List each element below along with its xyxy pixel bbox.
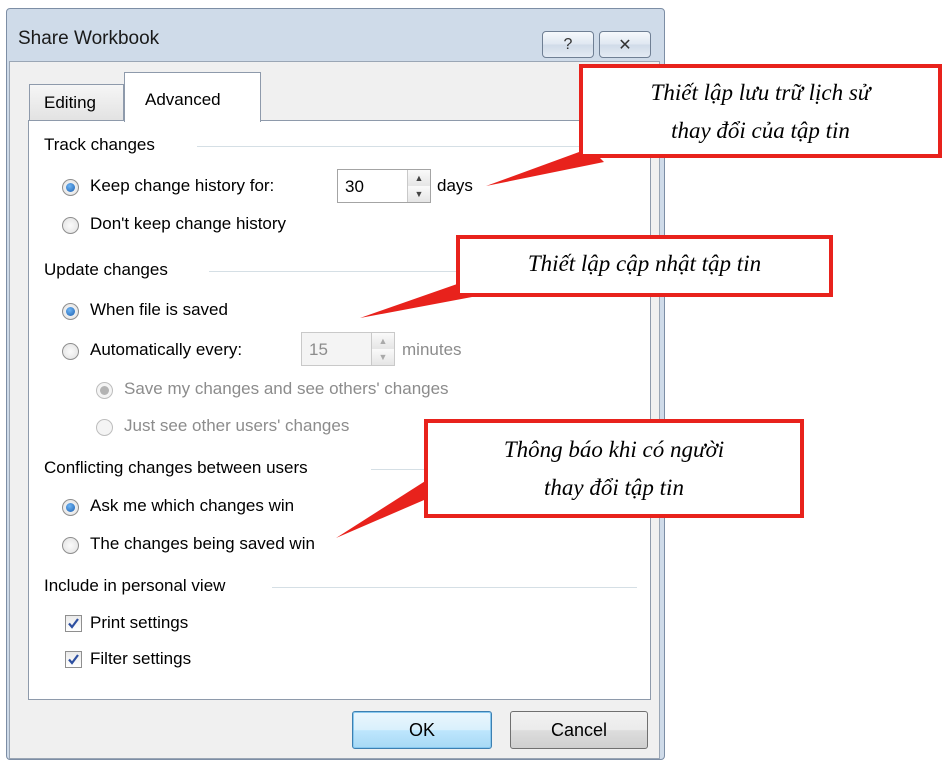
conflict-callout: Thông báo khi có người thay đổi tập tin xyxy=(424,419,804,518)
track-callout-line2: thay đổi của tập tin xyxy=(671,118,850,143)
update-callout: Thiết lập cập nhật tập tin xyxy=(456,235,833,297)
conflict-annotation-pointer xyxy=(336,478,438,538)
conflict-callout-line2: thay đổi tập tin xyxy=(544,475,684,500)
conflict-callout-line1: Thông báo khi có người xyxy=(503,437,725,462)
update-callout-line1: Thiết lập cập nhật tập tin xyxy=(527,251,762,276)
track-callout-line1: Thiết lập lưu trữ lịch sử xyxy=(650,80,871,105)
track-history-callout: Thiết lập lưu trữ lịch sử thay đổi của t… xyxy=(579,64,942,158)
